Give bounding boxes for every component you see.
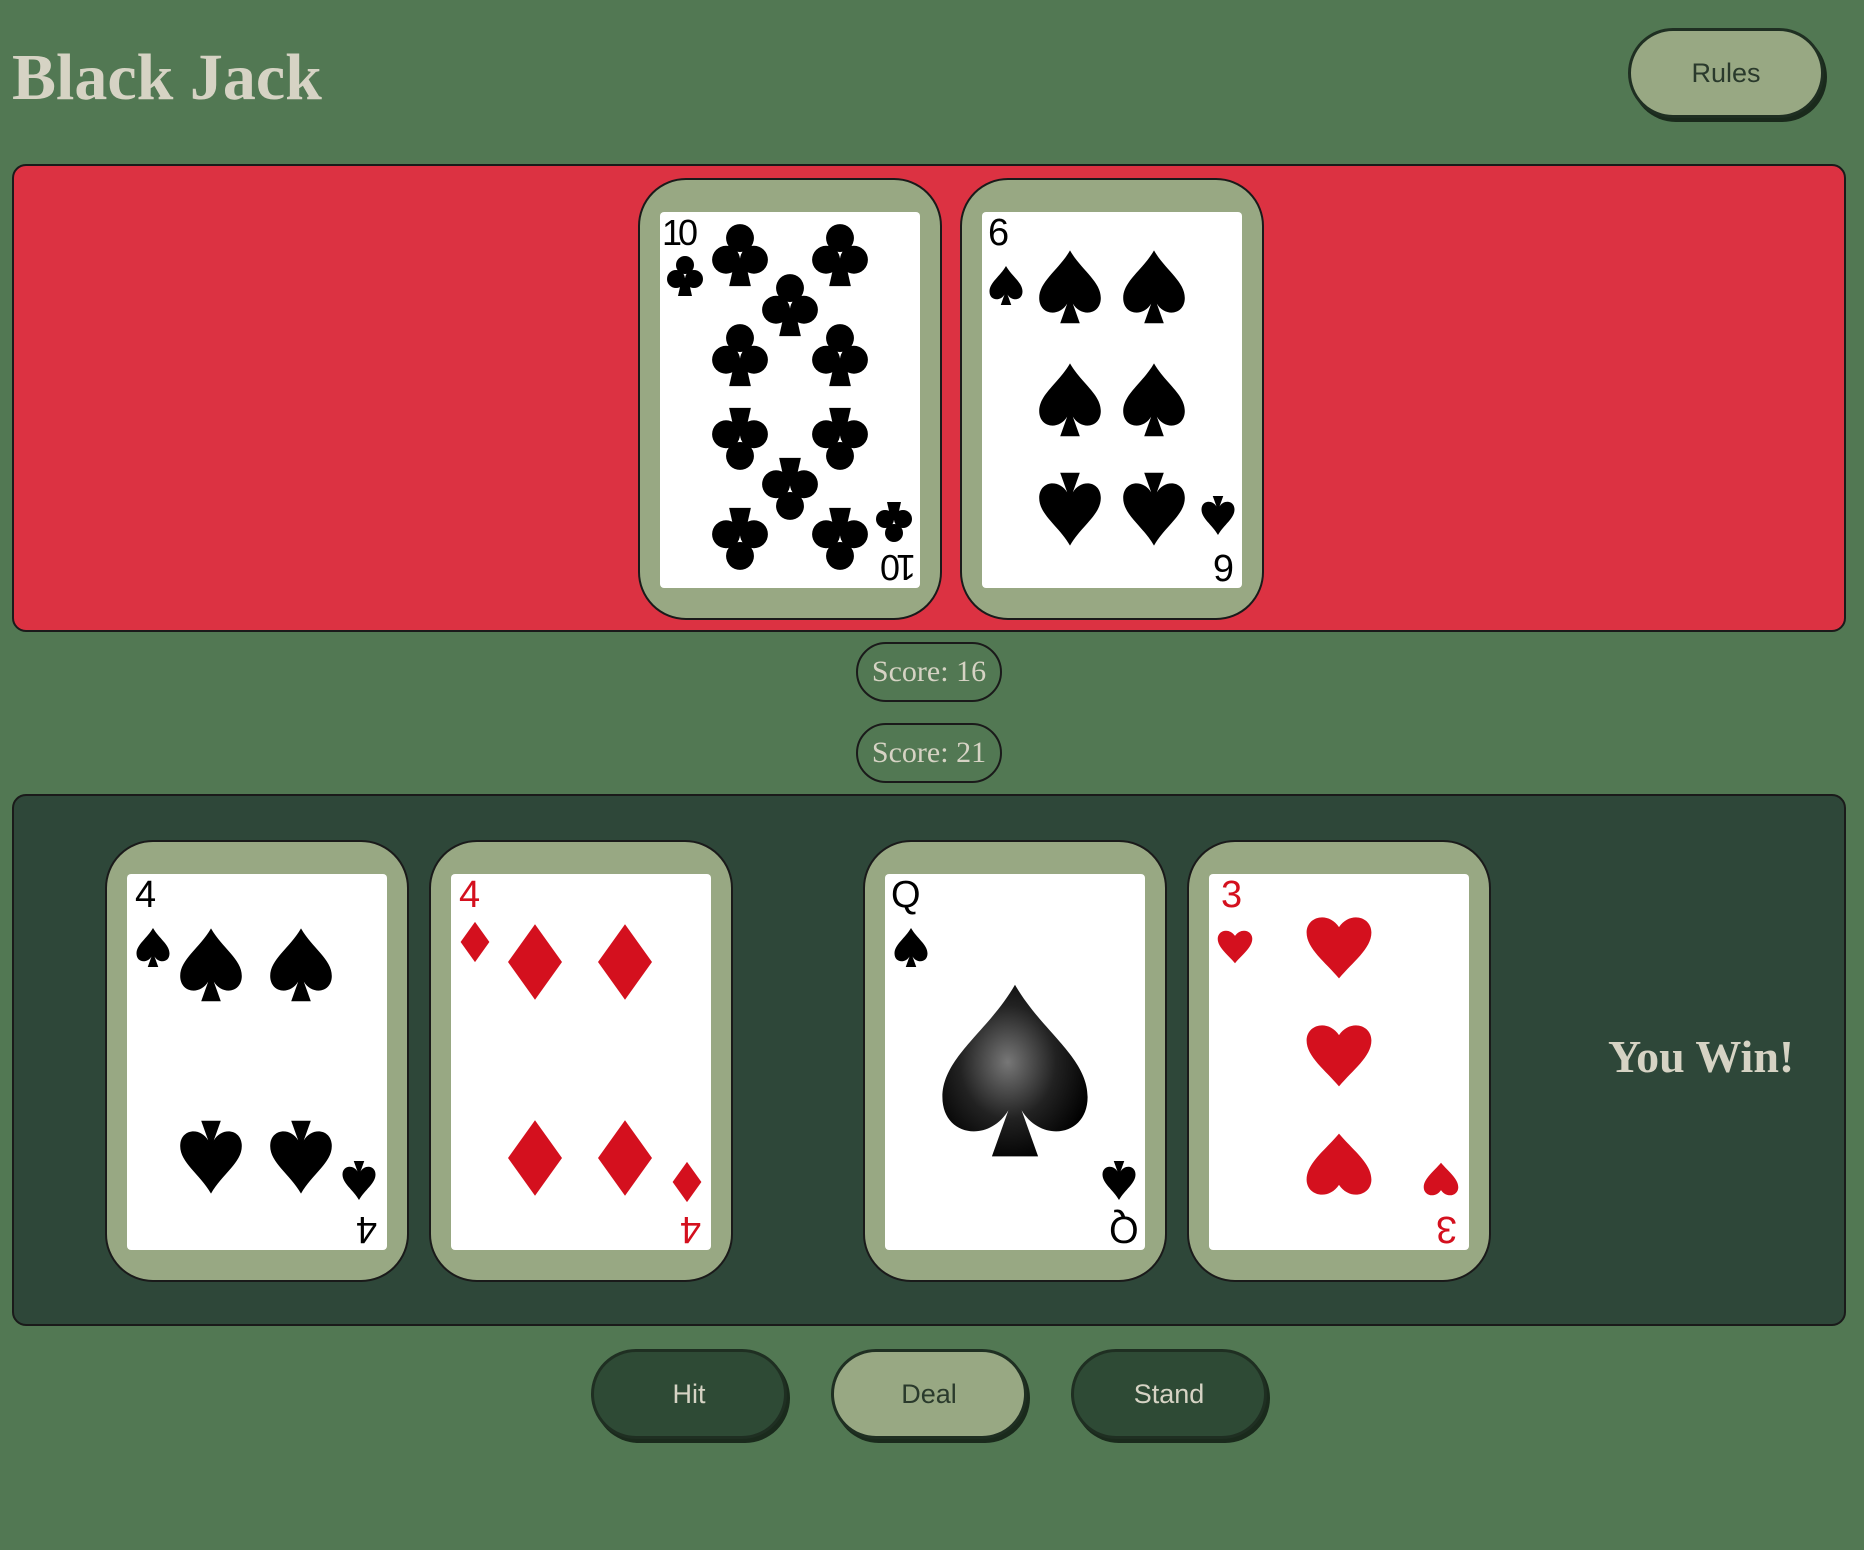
player-card-4: 3 3 — [1187, 840, 1491, 1282]
card-rank: 4 — [135, 874, 157, 916]
card-rank: Q — [891, 874, 921, 916]
player-card-2: 4 4 — [429, 840, 733, 1282]
card-rank: 3 — [1435, 1208, 1457, 1250]
card-face: Q Q — [885, 874, 1145, 1250]
card-face: 10 10 — [660, 212, 920, 588]
card-rank: 4 — [679, 1208, 701, 1250]
card-face: 4 4 — [127, 874, 387, 1250]
card-face: 4 4 — [451, 874, 711, 1250]
card-rank: 4 — [355, 1208, 377, 1250]
dealer-card-2: 6 6 — [960, 178, 1264, 620]
card-rank: 10 — [662, 212, 698, 253]
hit-button[interactable]: Hit — [591, 1349, 787, 1439]
player-card-1: 4 4 — [105, 840, 409, 1282]
deal-button[interactable]: Deal — [831, 1349, 1027, 1439]
card-rank: Q — [1109, 1208, 1139, 1250]
card-rank: 10 — [883, 547, 916, 588]
dealer-score: Score: 16 — [856, 642, 1002, 702]
player-score: Score: 21 — [856, 723, 1002, 783]
card-face: 6 6 — [982, 212, 1242, 588]
card-rank: 6 — [1212, 546, 1234, 588]
card-face: 3 3 — [1209, 874, 1469, 1250]
four-of-diamonds-icon — [460, 921, 702, 1203]
stand-button[interactable]: Stand — [1071, 1349, 1267, 1439]
queen-of-spades-icon — [894, 928, 1136, 1200]
six-of-spades-icon — [989, 250, 1235, 546]
dealer-card-1: 10 10 — [638, 178, 942, 620]
three-of-hearts-icon — [1217, 917, 1459, 1196]
card-rank: 3 — [1221, 874, 1243, 916]
card-rank: 4 — [459, 874, 481, 916]
game-title: Black Jack — [12, 41, 322, 114]
player-card-3: Q Q — [863, 840, 1167, 1282]
rules-button[interactable]: Rules — [1628, 28, 1824, 118]
result-message: You Win! — [1608, 1031, 1795, 1082]
ten-of-clubs-icon — [667, 224, 912, 570]
card-rank: 6 — [988, 212, 1010, 254]
four-of-spades-icon — [136, 928, 376, 1200]
